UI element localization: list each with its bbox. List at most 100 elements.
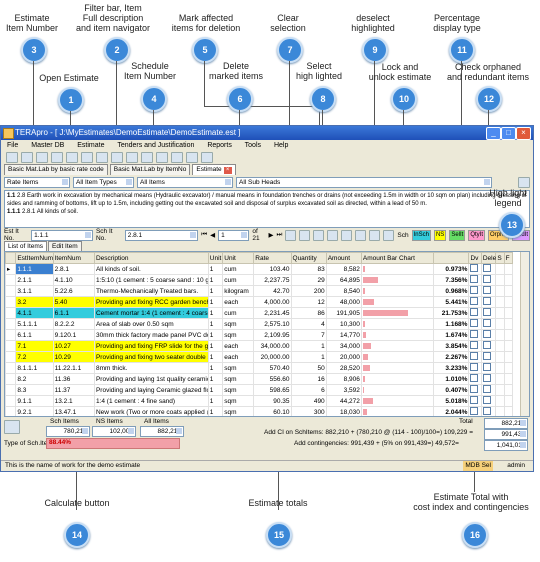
check-orphaned-icon[interactable]: [383, 229, 395, 241]
tab-estimate[interactable]: Estimate ×: [192, 164, 236, 175]
col-header[interactable]: ItemNum: [52, 252, 95, 264]
menu-master-db[interactable]: Master DB: [31, 142, 64, 149]
sch-item-input[interactable]: 2.8.1: [124, 229, 199, 241]
dv-checkbox[interactable]: [470, 319, 479, 327]
tab-edit-item[interactable]: Edit Item: [48, 241, 82, 251]
dv-checkbox[interactable]: [470, 363, 479, 371]
page-input[interactable]: 1: [218, 229, 250, 241]
dv-checkbox-cell[interactable]: [468, 351, 482, 363]
prev-icon[interactable]: ◀: [210, 231, 215, 239]
dele-checkbox-cell[interactable]: [480, 340, 497, 352]
dele-checkbox[interactable]: [482, 275, 491, 283]
open-estimate-icon[interactable]: [6, 152, 18, 163]
dv-checkbox[interactable]: [470, 330, 479, 338]
dele-checkbox[interactable]: [482, 264, 491, 272]
first-icon[interactable]: ⏮: [201, 231, 207, 239]
menu-tools[interactable]: Tools: [245, 142, 261, 149]
table-row[interactable]: 5.1.1.1 8.2.2.2 Area of slab over 0.50 sqm…: [5, 318, 514, 330]
dele-checkbox-cell[interactable]: [480, 285, 497, 297]
percentage-icon[interactable]: [369, 229, 381, 241]
table-row[interactable]: 8.2 11.36 Providing and laying 1st quality…: [5, 373, 514, 385]
dele-checkbox[interactable]: [482, 308, 491, 316]
table-row[interactable]: 4.1.1 6.1.1 Cement mortar 1:4 (1 cement : …: [5, 307, 514, 319]
chart-icon[interactable]: [171, 152, 183, 163]
next-icon[interactable]: ▶: [268, 231, 273, 239]
filter-rate-items[interactable]: Rate Items: [4, 176, 70, 188]
dv-checkbox-cell[interactable]: [468, 296, 482, 308]
dele-checkbox-cell[interactable]: [480, 373, 497, 385]
settings-icon[interactable]: [186, 152, 198, 163]
dele-checkbox-cell[interactable]: [480, 351, 497, 363]
dele-checkbox-cell[interactable]: [480, 318, 497, 330]
dele-checkbox[interactable]: [482, 330, 491, 338]
table-row[interactable]: 3.1.1 5.22.6 Thermo-Mechanically Treated b…: [5, 285, 514, 297]
dele-checkbox[interactable]: [482, 407, 491, 415]
lock-icon[interactable]: [355, 229, 367, 241]
dele-checkbox-cell[interactable]: [480, 274, 497, 286]
dv-checkbox-cell[interactable]: [468, 274, 482, 286]
dv-checkbox-cell[interactable]: [468, 395, 482, 407]
tab-basic-by-rate[interactable]: Basic Mat.Lab by basic rate code: [4, 164, 108, 175]
dv-checkbox[interactable]: [470, 297, 479, 305]
col-header[interactable]: Unit: [222, 252, 255, 264]
table-row[interactable]: 9.1.1 13.2.1 1:4 (1 cement : 4 fine sand) 1…: [5, 395, 514, 407]
dele-checkbox-cell[interactable]: [480, 406, 497, 416]
help-icon[interactable]: [201, 152, 213, 163]
table-row[interactable]: 3.2 5.40 Providing and fixing RCC garden b…: [5, 296, 514, 308]
dele-checkbox-cell[interactable]: [480, 395, 497, 407]
filter-sub-heads[interactable]: All Sub Heads: [236, 176, 492, 188]
col-header[interactable]: Amount Bar Chart: [360, 252, 435, 264]
delete-marked-icon[interactable]: [299, 229, 311, 241]
dele-checkbox[interactable]: [482, 352, 491, 360]
dele-checkbox[interactable]: [482, 286, 491, 294]
dv-checkbox-cell[interactable]: [468, 362, 482, 374]
col-header[interactable]: F: [503, 252, 514, 264]
dv-checkbox[interactable]: [470, 308, 479, 316]
menu-reports[interactable]: Reports: [207, 142, 232, 149]
table-row[interactable]: ▸ 1.1.1 2.8.1 All kinds of soil. 1 cum 103.40 8…: [5, 263, 514, 275]
col-header[interactable]: Rate: [253, 252, 292, 264]
report-icon[interactable]: [141, 152, 153, 163]
dele-checkbox-cell[interactable]: [480, 296, 497, 308]
table-row[interactable]: 2.1.1 4.1.10 1:5:10 (1 cement : 5 coarse s…: [5, 274, 514, 286]
col-header[interactable]: Unit: [207, 252, 224, 264]
col-header[interactable]: Amount: [325, 252, 362, 264]
table-row[interactable]: 7.1 10.27 Providing and fixing FRP slide f…: [5, 340, 514, 352]
dele-checkbox-cell[interactable]: [480, 362, 497, 374]
dele-checkbox[interactable]: [482, 396, 491, 404]
dv-checkbox[interactable]: [470, 396, 479, 404]
copy-icon[interactable]: [66, 152, 78, 163]
table-row[interactable]: 7.2 10.29 Providing and fixing two seater …: [5, 351, 514, 363]
dv-checkbox-cell[interactable]: [468, 263, 482, 275]
paste-icon[interactable]: [81, 152, 93, 163]
dele-checkbox[interactable]: [482, 341, 491, 349]
table-row[interactable]: 8.3 11.37 Providing and laying Ceramic gla…: [5, 384, 514, 396]
vertical-scrollbar[interactable]: [520, 252, 529, 416]
dele-checkbox-cell[interactable]: [480, 307, 497, 319]
dv-checkbox[interactable]: [470, 385, 479, 393]
find-icon[interactable]: [126, 152, 138, 163]
dele-checkbox[interactable]: [482, 297, 491, 305]
col-header[interactable]: Dv: [468, 252, 482, 264]
dv-checkbox-cell[interactable]: [468, 340, 482, 352]
dv-checkbox[interactable]: [470, 374, 479, 382]
save-icon[interactable]: [21, 152, 33, 163]
filter-item-types[interactable]: All Item Types: [73, 176, 134, 188]
minimize-button[interactable]: _: [486, 127, 501, 140]
dv-checkbox-cell[interactable]: [468, 285, 482, 297]
mark-delete-icon[interactable]: [285, 229, 297, 241]
filter-toggle-icon[interactable]: [518, 176, 530, 188]
print-icon[interactable]: [36, 152, 48, 163]
tab-basic-by-itemno[interactable]: Basic Mat.Lab by ItemNo: [109, 164, 191, 175]
dv-checkbox[interactable]: [470, 341, 479, 349]
close-tab-icon[interactable]: ×: [223, 167, 232, 174]
menu-help[interactable]: Help: [274, 142, 288, 149]
last-icon[interactable]: ⏭: [276, 231, 282, 239]
clear-selection-icon[interactable]: [313, 229, 325, 241]
menu-file[interactable]: File: [7, 142, 18, 149]
redo-icon[interactable]: [111, 152, 123, 163]
table-row[interactable]: 9.2.1 13.47.1 New work (Two or more coats …: [5, 406, 514, 416]
deselect-highlighted-icon[interactable]: [341, 229, 353, 241]
dv-checkbox-cell[interactable]: [468, 373, 482, 385]
dele-checkbox[interactable]: [482, 374, 491, 382]
